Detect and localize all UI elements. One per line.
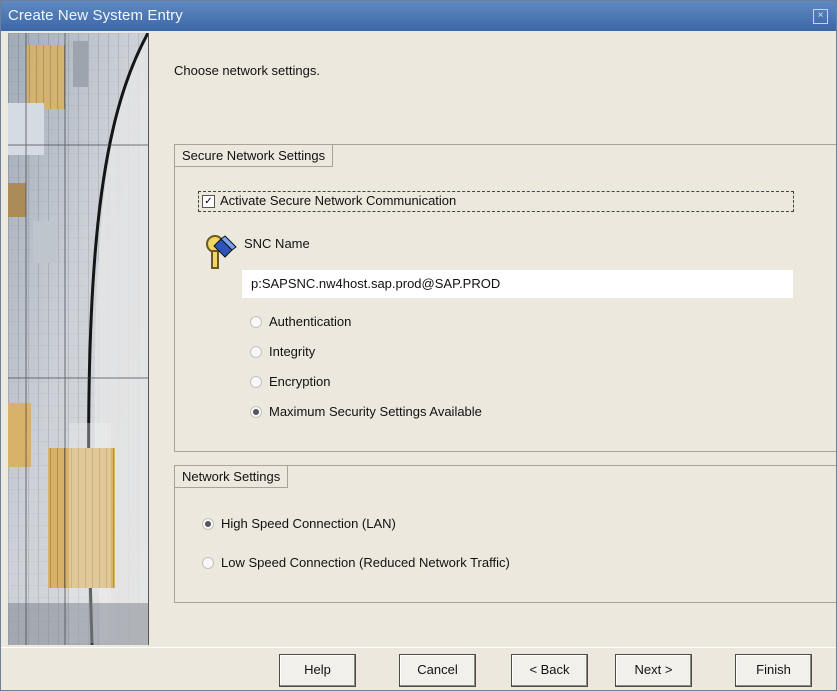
radio-integrity-label: Integrity: [269, 344, 316, 360]
activate-snc-checkbox[interactable]: ✓: [202, 195, 215, 208]
window-title: Create New System Entry: [8, 7, 183, 24]
snc-name-row: SNC Name: [203, 231, 310, 274]
create-system-dialog: Create New System Entry × Choose network…: [0, 0, 837, 691]
title-bar[interactable]: Create New System Entry ×: [1, 1, 836, 31]
radio-high-speed-row[interactable]: High Speed Connection (LAN): [202, 515, 396, 533]
radio-integrity-row[interactable]: Integrity: [250, 343, 315, 361]
radio-low-speed-label: Low Speed Connection (Reduced Network Tr…: [221, 555, 510, 571]
next-button[interactable]: Next >: [615, 654, 692, 687]
secure-network-settings-title: Secure Network Settings: [175, 145, 334, 167]
snc-name-input[interactable]: [242, 270, 793, 298]
activate-snc-label: Activate Secure Network Communication: [220, 193, 457, 208]
network-settings-group: Network Settings High Speed Connection (…: [174, 465, 836, 603]
radio-authentication-row[interactable]: Authentication: [250, 313, 351, 331]
radio-maximum-security-row[interactable]: Maximum Security Settings Available: [250, 403, 482, 421]
network-settings-title: Network Settings: [175, 466, 289, 488]
decorative-sidebar-image: [8, 33, 149, 645]
finish-button[interactable]: Finish: [735, 654, 812, 687]
secure-network-settings-group: Secure Network Settings ✓ Activate Secur…: [174, 144, 836, 452]
activate-snc-checkbox-row[interactable]: ✓ Activate Secure Network Communication: [198, 191, 794, 212]
radio-authentication[interactable]: [250, 315, 262, 328]
radio-low-speed[interactable]: [202, 556, 214, 569]
snc-name-label: SNC Name: [244, 236, 310, 251]
help-button[interactable]: Help: [279, 654, 356, 687]
radio-encryption-row[interactable]: Encryption: [250, 373, 330, 391]
radio-integrity[interactable]: [250, 345, 262, 358]
radio-encryption[interactable]: [250, 375, 262, 388]
radio-encryption-label: Encryption: [269, 374, 331, 390]
back-button[interactable]: < Back: [511, 654, 588, 687]
radio-low-speed-row[interactable]: Low Speed Connection (Reduced Network Tr…: [202, 554, 510, 572]
radio-authentication-label: Authentication: [269, 314, 352, 330]
close-icon[interactable]: ×: [813, 9, 828, 24]
radio-maximum-security[interactable]: [250, 405, 262, 418]
button-bar: Help Cancel < Back Next > Finish: [1, 647, 836, 690]
radio-maximum-security-label: Maximum Security Settings Available: [269, 404, 482, 420]
cancel-button[interactable]: Cancel: [399, 654, 476, 687]
instruction-text: Choose network settings.: [174, 63, 320, 78]
radio-high-speed-label: High Speed Connection (LAN): [221, 516, 396, 532]
building-artwork-icon: [8, 33, 148, 645]
radio-high-speed[interactable]: [202, 517, 214, 530]
key-lock-icon: [206, 235, 237, 269]
